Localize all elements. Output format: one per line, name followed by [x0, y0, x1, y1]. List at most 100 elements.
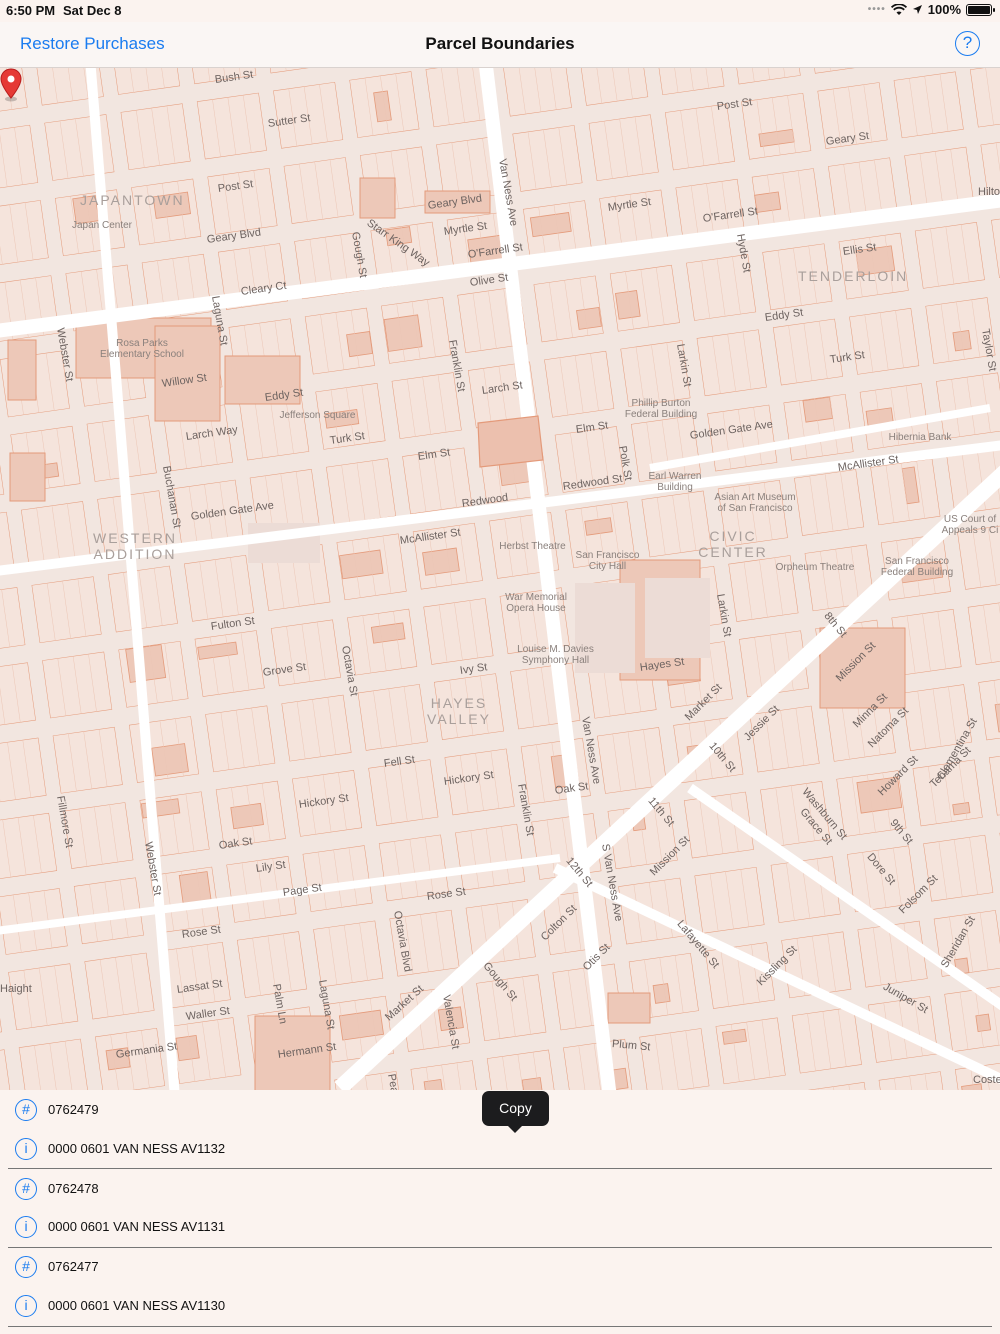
poi-label: Hibernia Bank	[888, 432, 952, 443]
poi-label: Orpheum Theatre	[775, 562, 855, 573]
battery-icon	[966, 3, 995, 16]
district-label: JAPANTOWN	[80, 192, 185, 208]
parcel-address: 0000 0601 VAN NESS AV1132	[48, 1141, 226, 1156]
hash-icon: #	[15, 1255, 37, 1278]
poi-label: San Francisco City Hall	[575, 550, 640, 572]
parcel	[423, 1078, 445, 1090]
city-block	[0, 587, 26, 654]
city-block	[0, 662, 36, 730]
help-button[interactable]: ?	[955, 31, 980, 56]
list-item-parcel-address[interactable]: i 0000 0601 VAN NESS AV1130	[8, 1286, 992, 1325]
info-icon: i	[15, 1137, 37, 1160]
list-item-parcel-address[interactable]: i 0000 0601 VAN NESS AV1131	[8, 1207, 992, 1246]
poi-label: San Francisco Federal Building	[880, 556, 954, 578]
city-block	[802, 1082, 873, 1090]
poi-label: Herbst Theatre	[499, 541, 566, 552]
parcel	[722, 1028, 747, 1045]
parcel	[754, 191, 782, 213]
copy-menu-button[interactable]: Copy	[482, 1091, 549, 1133]
poi-label: Asian Art Museum of San Francisco	[714, 492, 796, 514]
city-block	[806, 68, 877, 74]
parcel	[652, 983, 671, 1004]
city-block	[639, 1028, 710, 1090]
parcel-list[interactable]: # 0762479 i 0000 0601 VAN NESS AV1132 # …	[0, 1090, 1000, 1334]
city-block	[0, 737, 47, 805]
list-item-parcel-id[interactable]: # 0762477	[8, 1247, 992, 1286]
city-block	[654, 68, 725, 96]
map-pin-icon[interactable]	[0, 68, 22, 102]
street-label: Hilto	[978, 186, 1000, 198]
large-parcel	[9, 452, 46, 502]
parcel	[338, 1009, 384, 1041]
parcel-id: 0762478	[48, 1181, 99, 1196]
poi-label: Louise M. Davies Symphony Hall	[517, 644, 594, 666]
parcel	[576, 307, 602, 330]
list-item-parcel-address[interactable]: i 0000 0601 VAN NESS AV1132	[8, 1129, 992, 1168]
status-bar: 6:50 PM Sat Dec 8 •••• 100%	[0, 0, 1000, 22]
status-right: •••• 100%	[868, 2, 995, 17]
info-icon: i	[15, 1215, 37, 1238]
poi-label: Jefferson Square	[279, 410, 356, 421]
city-block	[410, 1060, 481, 1090]
parcel-id: 0762477	[48, 1259, 99, 1274]
city-block	[991, 211, 1000, 278]
city-block	[988, 748, 1000, 816]
parcel	[615, 290, 641, 320]
status-date: Sat Dec 8	[63, 3, 122, 18]
status-time: 6:50 PM	[6, 3, 56, 18]
parcel	[802, 396, 834, 423]
parcel-address: 0000 0601 VAN NESS AV1130	[48, 1298, 226, 1313]
parcel	[422, 547, 460, 576]
city-block	[95, 1027, 166, 1090]
hash-icon: #	[15, 1098, 37, 1121]
street-label: Coste	[973, 1074, 1000, 1086]
city-block	[0, 812, 58, 880]
battery-percent: 100%	[927, 2, 961, 17]
city-block	[936, 372, 1000, 440]
help-icon: ?	[962, 33, 973, 52]
parcel	[125, 644, 167, 683]
location-arrow-icon	[912, 5, 922, 14]
parcel	[151, 743, 189, 777]
parcel-address: 0000 0601 VAN NESS AV1131	[48, 1219, 226, 1234]
city-block	[0, 1049, 13, 1090]
nav-bar: Restore Purchases Parcel Boundaries ?	[0, 22, 1000, 68]
poi-label: Rosa Parks Elementary School	[100, 338, 184, 360]
parcel	[346, 331, 373, 358]
city-block	[110, 68, 181, 95]
parcel	[952, 802, 971, 816]
district-label: CIVIC CENTER	[698, 528, 768, 560]
district-label: WESTERN ADDITION	[93, 530, 177, 562]
city-block	[18, 1038, 89, 1090]
district-label: TENDERLOIN	[798, 268, 909, 284]
public-area	[645, 578, 710, 658]
city-block	[878, 1071, 949, 1090]
district-label: HAYES VALLEY	[427, 695, 491, 727]
list-item-parcel-id[interactable]: # 0762478	[8, 1169, 992, 1208]
poi-label: War Memorial Opera House	[505, 592, 567, 614]
poi-label: Phillip Burton Federal Building	[624, 398, 698, 420]
poi-label: US Court of Appeals 9 Ci	[941, 514, 999, 536]
city-block	[501, 68, 572, 117]
map-view[interactable]: Bush St Sutter St Post St Post St Geary St Ge…	[0, 68, 1000, 1090]
poi-label: Japan Center	[71, 220, 133, 231]
parcel	[521, 1077, 543, 1090]
map-canvas[interactable]	[0, 68, 1000, 1090]
parcel-id: 0762479	[48, 1102, 99, 1117]
divider	[8, 1326, 992, 1327]
city-block	[262, 68, 333, 74]
large-parcel	[607, 992, 651, 1024]
poi-label: Earl Warren Building	[648, 471, 702, 493]
city-block	[969, 68, 1000, 128]
large-parcel	[7, 339, 37, 401]
info-icon: i	[15, 1294, 37, 1317]
city-block	[0, 436, 5, 504]
parcel	[175, 1034, 200, 1062]
street-label: Haight	[0, 983, 32, 995]
hash-icon: #	[15, 1177, 37, 1200]
wifi-icon	[890, 3, 907, 15]
large-parcel	[359, 177, 396, 219]
city-block	[0, 200, 49, 267]
city-block	[730, 68, 801, 85]
parcel	[975, 1013, 992, 1033]
